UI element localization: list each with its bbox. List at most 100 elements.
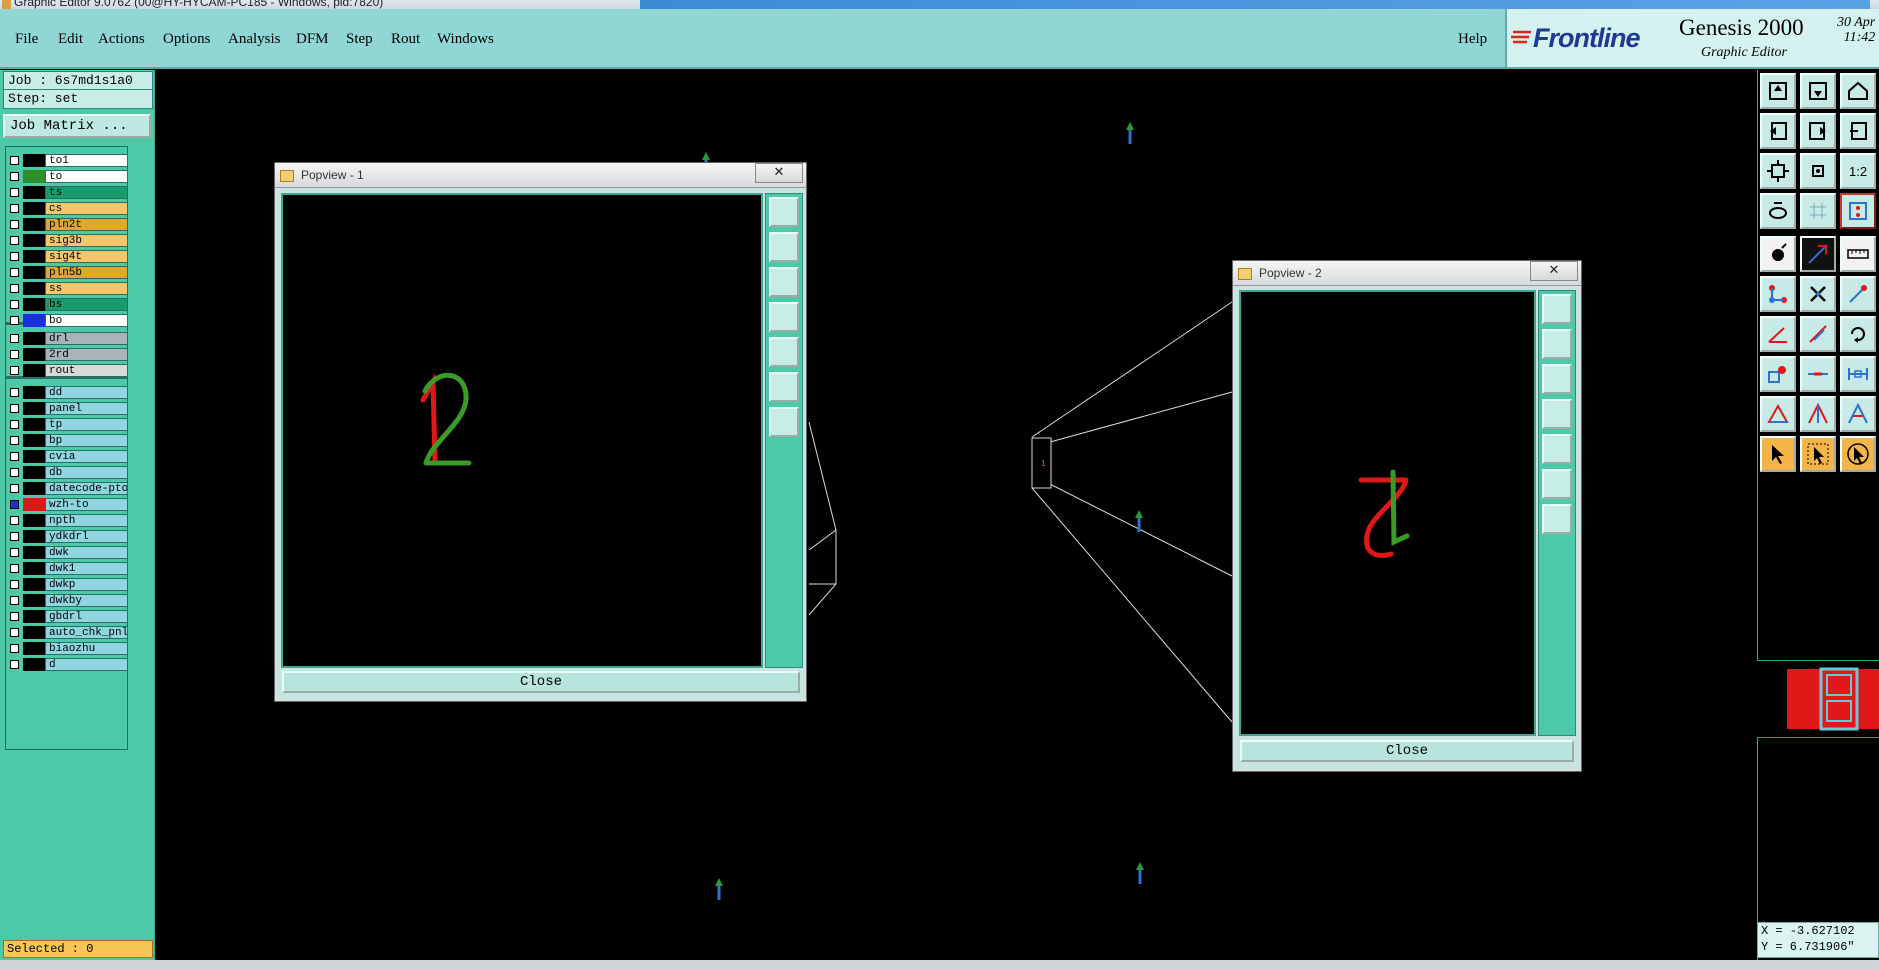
layer-color-swatch[interactable] bbox=[23, 250, 45, 263]
overview-map[interactable] bbox=[1757, 660, 1879, 738]
layer-color-swatch[interactable] bbox=[23, 234, 45, 247]
layer-color-swatch[interactable] bbox=[23, 170, 45, 183]
fit-icon[interactable] bbox=[1542, 294, 1572, 324]
layer-checkbox[interactable] bbox=[10, 500, 19, 509]
peak-icon[interactable] bbox=[1800, 396, 1836, 432]
layer-name[interactable]: bp bbox=[45, 434, 128, 447]
layer-row-sig4t[interactable]: sig4t bbox=[6, 249, 128, 264]
layer-color-swatch[interactable] bbox=[23, 314, 45, 327]
layer-row-bs[interactable]: bs bbox=[6, 297, 128, 312]
pan-up-icon[interactable] bbox=[769, 232, 799, 262]
layer-row-biaozhu[interactable]: biaozhu bbox=[6, 641, 128, 656]
select-circle-icon[interactable] bbox=[1840, 436, 1876, 472]
popview-1-view[interactable] bbox=[281, 193, 763, 668]
layer-color-swatch[interactable] bbox=[23, 348, 45, 361]
layer-checkbox[interactable] bbox=[10, 404, 19, 413]
layer-checkbox[interactable] bbox=[10, 612, 19, 621]
layer-color-swatch[interactable] bbox=[23, 364, 45, 377]
layer-name[interactable]: db bbox=[45, 466, 128, 479]
layer-row-drl[interactable]: drl bbox=[6, 331, 128, 346]
layer-color-swatch[interactable] bbox=[23, 498, 45, 511]
layer-checkbox[interactable] bbox=[10, 388, 19, 397]
distance-icon[interactable] bbox=[1840, 356, 1876, 392]
layer-name[interactable]: wzh-to bbox=[45, 498, 128, 511]
layer-name[interactable]: ss bbox=[45, 282, 128, 295]
layer-checkbox[interactable] bbox=[10, 516, 19, 525]
zoom-ratio-icon[interactable]: 1:2 bbox=[1840, 153, 1876, 189]
layer-row-to[interactable]: to bbox=[6, 169, 128, 184]
popview-2-view[interactable] bbox=[1239, 290, 1536, 736]
layer-row-gbdrl[interactable]: gbdrl bbox=[6, 609, 128, 624]
layer-checkbox[interactable] bbox=[10, 628, 19, 637]
layer-name[interactable]: to bbox=[45, 170, 128, 183]
layer-row-panel[interactable]: panel bbox=[6, 401, 128, 416]
layer-color-swatch[interactable] bbox=[23, 578, 45, 591]
zoom-in-icon[interactable] bbox=[769, 372, 799, 402]
layer-color-swatch[interactable] bbox=[23, 218, 45, 231]
layer-name[interactable]: bs bbox=[45, 298, 128, 311]
draw-line-icon[interactable] bbox=[1800, 236, 1836, 272]
layer-checkbox[interactable] bbox=[10, 548, 19, 557]
zoom-in-icon[interactable] bbox=[1542, 469, 1572, 499]
popview-2-close-icon[interactable]: ✕ bbox=[1530, 261, 1578, 281]
layer-color-swatch[interactable] bbox=[23, 546, 45, 559]
menu-dfm[interactable]: DFM bbox=[296, 31, 329, 48]
layer-row-dwk1[interactable]: dwk1 bbox=[6, 561, 128, 576]
layer-row-cs[interactable]: cs bbox=[6, 201, 128, 216]
menu-step[interactable]: Step bbox=[346, 31, 373, 48]
zoom-fit-icon[interactable] bbox=[1760, 153, 1796, 189]
layer-row-cvia[interactable]: cvia bbox=[6, 449, 128, 464]
connect-pads-icon[interactable] bbox=[1760, 276, 1796, 312]
layer-row-sig3b[interactable]: sig3b bbox=[6, 233, 128, 248]
undo-view-icon[interactable] bbox=[1840, 113, 1876, 149]
layer-name[interactable]: bo bbox=[45, 314, 128, 327]
layer-row-to1[interactable]: to1 bbox=[6, 153, 128, 168]
slash-icon[interactable] bbox=[1800, 316, 1836, 352]
layer-color-swatch[interactable] bbox=[23, 154, 45, 167]
popview-1-close-button[interactable]: Close bbox=[282, 671, 800, 693]
layer-color-swatch[interactable] bbox=[23, 658, 45, 671]
layer-name[interactable]: cs bbox=[45, 202, 128, 215]
layer-name[interactable]: cvia bbox=[45, 450, 128, 463]
layer-color-swatch[interactable] bbox=[23, 402, 45, 415]
layer-checkbox[interactable] bbox=[10, 252, 19, 261]
pan-left-icon[interactable] bbox=[1760, 113, 1796, 149]
select-box-icon[interactable] bbox=[1800, 436, 1836, 472]
layer-checkbox[interactable] bbox=[10, 366, 19, 375]
layer-row-d[interactable]: d bbox=[6, 657, 128, 672]
layer-checkbox[interactable] bbox=[10, 350, 19, 359]
layer-name[interactable]: to1 bbox=[45, 154, 128, 167]
pan-right-icon[interactable] bbox=[769, 337, 799, 367]
pan-left-icon[interactable] bbox=[1542, 399, 1572, 429]
layer-color-swatch[interactable] bbox=[23, 386, 45, 399]
layer-color-swatch[interactable] bbox=[23, 298, 45, 311]
layer-color-swatch[interactable] bbox=[23, 450, 45, 463]
layer-name[interactable]: ydkdrl bbox=[45, 530, 128, 543]
layer-checkbox[interactable] bbox=[10, 660, 19, 669]
layer-name[interactable]: sig4t bbox=[45, 250, 128, 263]
menu-windows[interactable]: Windows bbox=[437, 31, 494, 48]
popview-2-close-button[interactable]: Close bbox=[1240, 740, 1574, 762]
layer-name[interactable]: tp bbox=[45, 418, 128, 431]
layer-row-2rd[interactable]: 2rd bbox=[6, 347, 128, 362]
layer-row-dd[interactable]: dd bbox=[6, 385, 128, 400]
layer-name[interactable]: datecode-pto bbox=[45, 482, 128, 495]
layer-color-swatch[interactable] bbox=[23, 514, 45, 527]
pan-right-icon[interactable] bbox=[1542, 434, 1572, 464]
layer-checkbox[interactable] bbox=[10, 300, 19, 309]
layer-color-swatch[interactable] bbox=[23, 530, 45, 543]
layer-color-swatch[interactable] bbox=[23, 482, 45, 495]
layer-color-swatch[interactable] bbox=[23, 594, 45, 607]
layer-color-swatch[interactable] bbox=[23, 418, 45, 431]
layer-row-pln5b[interactable]: pln5b bbox=[6, 265, 128, 280]
layer-color-swatch[interactable] bbox=[23, 642, 45, 655]
pan-right-icon[interactable] bbox=[1800, 113, 1836, 149]
layer-row-bo[interactable]: bo bbox=[6, 313, 128, 328]
layer-name[interactable]: dwk1 bbox=[45, 562, 128, 575]
layer-color-swatch[interactable] bbox=[23, 626, 45, 639]
pan-down-icon[interactable] bbox=[1542, 364, 1572, 394]
layer-checkbox[interactable] bbox=[10, 172, 19, 181]
layer-checkbox[interactable] bbox=[10, 564, 19, 573]
layer-checkbox[interactable] bbox=[10, 268, 19, 277]
popview-2-window[interactable]: Popview - 2 ✕ Close bbox=[1232, 260, 1582, 772]
